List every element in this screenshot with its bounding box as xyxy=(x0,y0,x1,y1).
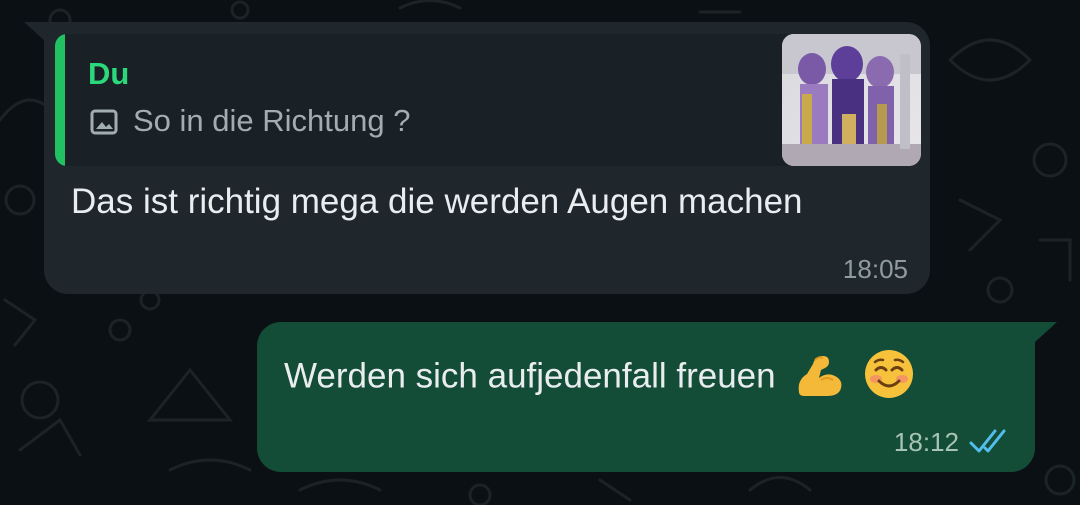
flexed-biceps-emoji xyxy=(799,356,842,396)
incoming-message-bubble[interactable]: Du So in die Richtung ? Das ist richtig … xyxy=(44,22,930,294)
quote-thumbnail[interactable] xyxy=(782,34,921,166)
smiling-face-emoji xyxy=(865,350,914,398)
quote-author: Du xyxy=(88,56,130,91)
outgoing-message-bubble[interactable]: Werden sich aufjedenfall freuen 18:12 xyxy=(257,322,1035,472)
incoming-bubble-tail xyxy=(24,22,46,42)
incoming-message-time: 18:05 xyxy=(842,254,908,284)
quote-text: So in die Richtung ? xyxy=(133,103,411,138)
image-icon xyxy=(90,109,118,135)
outgoing-message-text: Werden sich aufjedenfall freuen xyxy=(284,356,776,396)
outgoing-message-time: 18:12 xyxy=(893,427,959,457)
quoted-message[interactable]: Du So in die Richtung ? xyxy=(55,34,921,166)
double-check-icon xyxy=(969,429,1006,453)
incoming-message-text: Das ist richtig mega die werden Augen ma… xyxy=(71,182,803,221)
quote-accent-bar xyxy=(55,34,65,166)
outgoing-bubble-tail xyxy=(1035,322,1057,342)
outgoing-message-line: Werden sich aufjedenfall freuen xyxy=(284,350,915,404)
